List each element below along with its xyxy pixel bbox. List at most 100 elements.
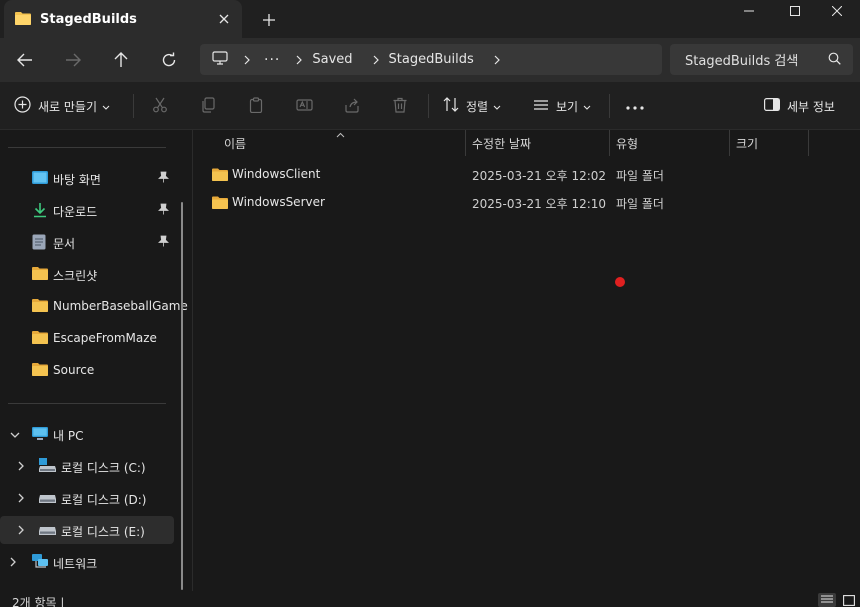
forward-button[interactable] xyxy=(57,46,89,74)
copy-button[interactable] xyxy=(200,94,216,118)
share-icon xyxy=(344,97,360,116)
sidebar-item-source[interactable]: Source xyxy=(0,356,174,384)
sidebar-item-downloads[interactable]: 다운로드 xyxy=(0,196,174,224)
chevron-right-icon[interactable] xyxy=(373,55,379,65)
pin-icon[interactable] xyxy=(158,235,169,250)
chevron-right-icon[interactable] xyxy=(18,524,25,538)
paste-button[interactable] xyxy=(248,94,264,118)
folder-icon xyxy=(32,362,48,379)
new-tab-button[interactable] xyxy=(258,9,280,31)
chevron-right-icon[interactable] xyxy=(10,556,17,570)
sidebar-item-label: 로컬 디스크 (E:) xyxy=(61,525,145,539)
file-row-windowsserver[interactable]: WindowsServer 2025-03-21 오후 12:10 파일 폴더 xyxy=(203,189,853,215)
tiles-view-toggle[interactable] xyxy=(840,593,858,607)
sidebar-item-label: 스크린샷 xyxy=(53,269,98,283)
chevron-right-icon[interactable] xyxy=(18,492,25,506)
more-options-button[interactable] xyxy=(626,94,644,118)
breadcrumb-saved[interactable]: Saved xyxy=(312,52,352,67)
column-divider[interactable] xyxy=(465,130,466,156)
sidebar-item-network[interactable]: 네트워크 xyxy=(0,548,174,576)
sidebar-item-drive-e[interactable]: 로컬 디스크 (E:) xyxy=(0,516,174,544)
copy-icon xyxy=(200,96,216,116)
column-header-size[interactable]: 크기 xyxy=(736,130,758,156)
sidebar-item-label: 내 PC xyxy=(53,429,84,443)
monitor-icon[interactable] xyxy=(212,51,228,68)
pin-icon[interactable] xyxy=(158,203,169,218)
chevron-down-icon xyxy=(102,99,110,113)
details-pane-icon xyxy=(764,98,781,114)
divider xyxy=(609,94,610,118)
chevron-right-icon[interactable] xyxy=(296,55,303,65)
chevron-right-icon[interactable] xyxy=(18,460,25,474)
status-bar: 2개 항목 | xyxy=(0,591,860,607)
breadcrumb-stagedbuilds[interactable]: StagedBuilds xyxy=(389,52,474,67)
sidebar-item-desktop[interactable]: 바탕 화면 xyxy=(0,164,174,192)
divider xyxy=(428,94,429,118)
computer-icon xyxy=(32,426,48,444)
folder-icon xyxy=(15,11,31,28)
desktop-icon xyxy=(32,170,48,188)
chevron-right-icon[interactable] xyxy=(244,55,250,65)
tab-stagedbuilds[interactable]: StagedBuilds xyxy=(4,0,242,38)
sidebar-item-documents[interactable]: 문서 xyxy=(0,228,174,256)
column-header-name[interactable]: 이름 xyxy=(224,130,246,156)
delete-button[interactable] xyxy=(392,94,408,118)
search-icon[interactable] xyxy=(828,52,841,68)
up-button[interactable] xyxy=(105,46,137,74)
address-bar[interactable]: ··· Saved StagedBuilds xyxy=(200,44,662,75)
tab-title: StagedBuilds xyxy=(40,11,137,27)
network-icon xyxy=(32,554,49,573)
sort-ascending-icon xyxy=(336,127,345,141)
file-date: 2025-03-21 오후 12:02 xyxy=(472,169,607,183)
chevron-right-icon[interactable] xyxy=(494,55,500,65)
column-header-date[interactable]: 수정한 날짜 xyxy=(472,130,531,156)
column-divider[interactable] xyxy=(609,130,610,156)
item-count: 2개 항목 | xyxy=(12,596,65,607)
minimize-button[interactable] xyxy=(726,0,772,22)
details-button[interactable]: 세부 정보 xyxy=(764,94,835,118)
folder-icon xyxy=(212,168,228,184)
maximize-button[interactable] xyxy=(772,0,818,22)
column-header-type[interactable]: 유형 xyxy=(616,130,638,156)
details-view-toggle[interactable] xyxy=(818,593,836,607)
sidebar-item-escapefrommaze[interactable]: EscapeFromMaze xyxy=(0,324,174,352)
sidebar-scrollbar[interactable] xyxy=(181,202,183,590)
sidebar-item-label: EscapeFromMaze xyxy=(53,331,157,345)
new-button[interactable]: 새로 만들기 xyxy=(14,94,110,118)
column-divider[interactable] xyxy=(808,130,809,156)
drive-icon xyxy=(39,522,56,540)
sidebar-item-screenshots[interactable]: 스크린샷 xyxy=(0,260,174,288)
cut-button[interactable] xyxy=(152,94,168,118)
file-list: 이름 수정한 날짜 유형 크기 WindowsClient 2025-03-21… xyxy=(193,130,860,591)
back-button[interactable] xyxy=(9,46,41,74)
clipboard-icon xyxy=(248,96,264,116)
search-input[interactable]: StagedBuilds 검색 xyxy=(670,44,853,75)
address-toolbar: ··· Saved StagedBuilds StagedBuilds 검색 xyxy=(0,38,860,82)
sidebar-item-drive-d[interactable]: 로컬 디스크 (D:) xyxy=(0,484,174,512)
rename-button[interactable] xyxy=(296,94,313,118)
sort-button[interactable]: 정렬 xyxy=(443,94,501,118)
sidebar-item-numberbaseballgame[interactable]: NumberBaseballGame xyxy=(0,292,188,320)
sidebar-item-label: 다운로드 xyxy=(53,205,98,219)
view-button[interactable]: 보기 xyxy=(533,94,591,118)
plus-circle-icon xyxy=(14,96,31,116)
breadcrumb-overflow[interactable]: ··· xyxy=(264,52,280,68)
details-label: 세부 정보 xyxy=(787,99,835,114)
list-view-icon xyxy=(533,99,549,114)
file-date: 2025-03-21 오후 12:10 xyxy=(472,197,607,211)
close-window-button[interactable] xyxy=(814,0,860,22)
file-row-windowsclient[interactable]: WindowsClient 2025-03-21 오후 12:02 파일 폴더 xyxy=(203,161,853,187)
refresh-button[interactable] xyxy=(153,46,185,74)
file-type: 파일 폴더 xyxy=(616,169,664,183)
file-name: WindowsServer xyxy=(232,195,325,209)
share-button[interactable] xyxy=(344,94,360,118)
sidebar-item-label: 네트워크 xyxy=(53,557,98,571)
cursor-marker xyxy=(615,277,625,287)
close-tab-icon[interactable] xyxy=(214,9,234,29)
pin-icon[interactable] xyxy=(158,171,169,186)
sidebar-item-drive-c[interactable]: 로컬 디스크 (C:) xyxy=(0,452,174,480)
chevron-down-icon[interactable] xyxy=(10,428,20,442)
sidebar-item-this-pc[interactable]: 내 PC xyxy=(0,420,174,448)
column-divider[interactable] xyxy=(729,130,730,156)
sidebar-item-label: 바탕 화면 xyxy=(53,173,101,187)
